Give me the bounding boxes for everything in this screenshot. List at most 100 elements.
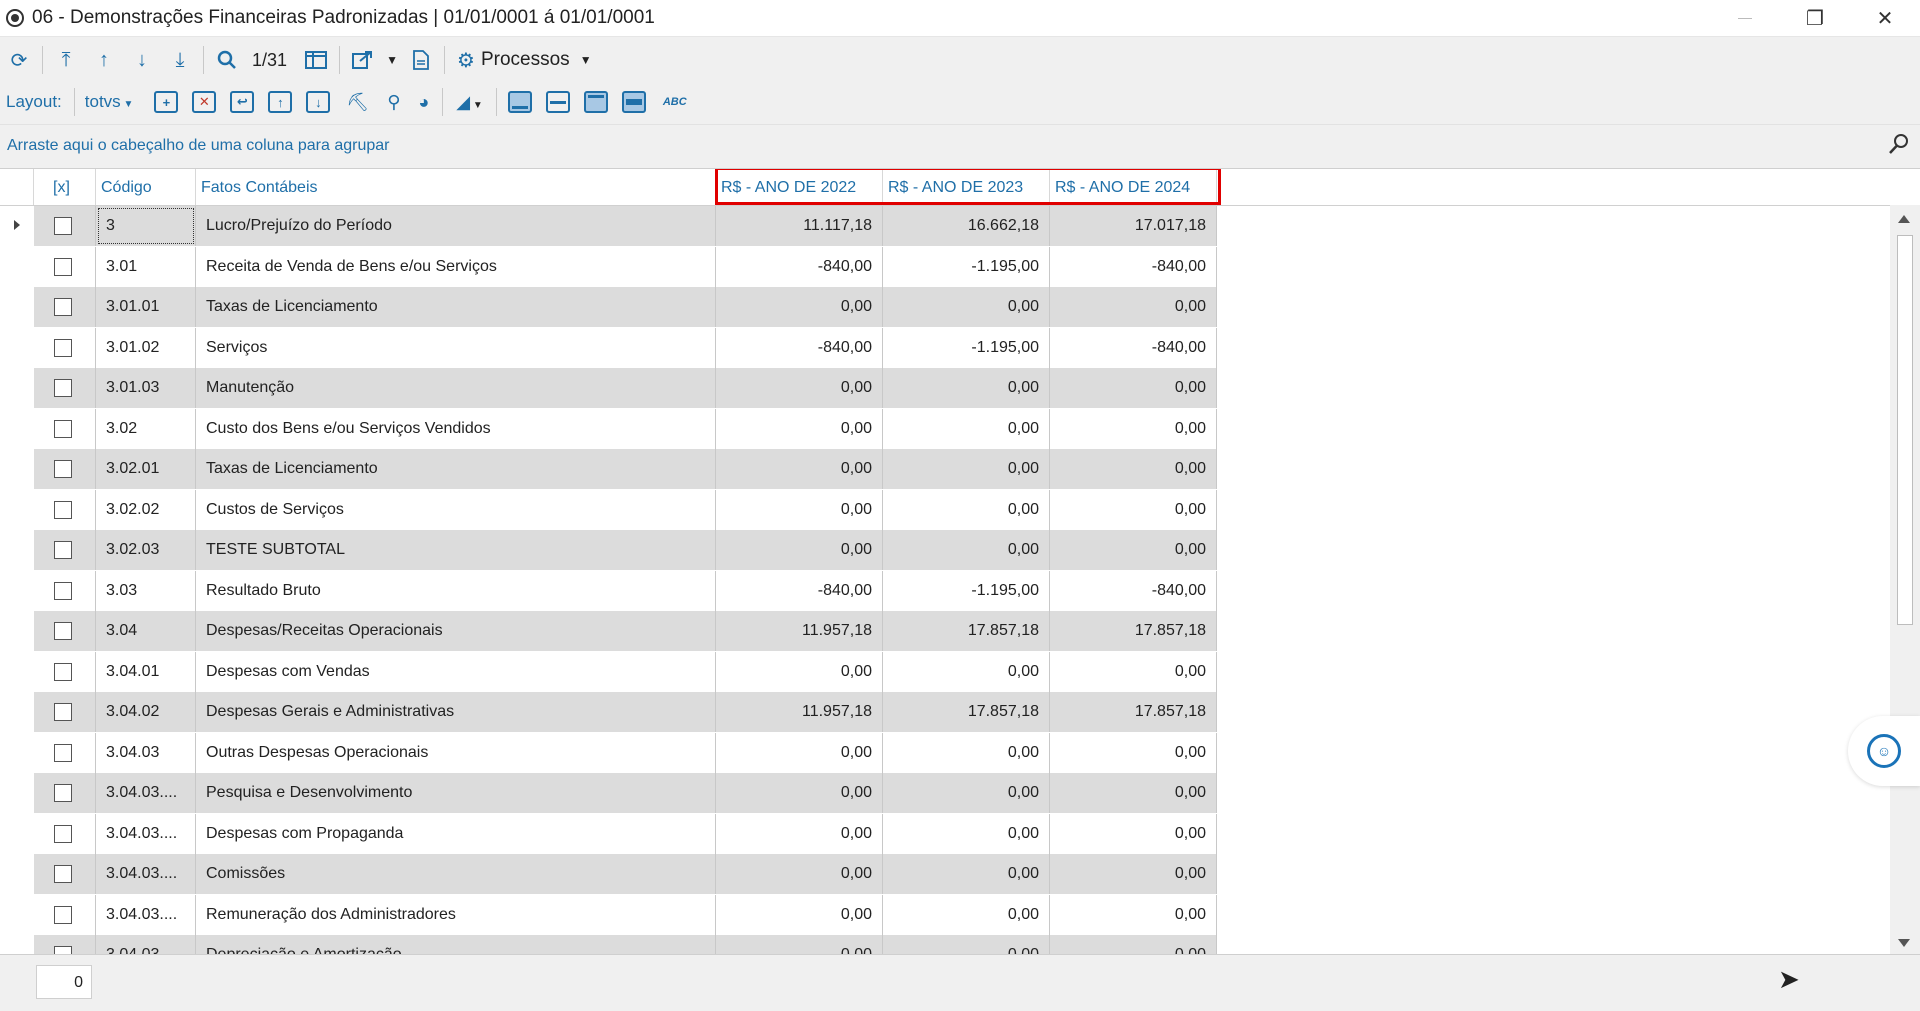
value-2024-cell[interactable]: 0,00 [1050,813,1217,854]
row-checkbox[interactable] [54,500,72,519]
grid-search-button[interactable] [1888,133,1910,161]
table-row[interactable]: 3.02.03 TESTE SUBTOTAL 0,00 0,00 0,00 [0,530,1890,571]
value-2022-cell[interactable]: 0,00 [716,287,883,327]
row-indicator[interactable] [0,854,34,894]
chart-button[interactable]: ◢ ▼ [456,92,483,113]
description-cell[interactable]: Despesas Gerais e Administrativas [196,692,716,732]
table-row[interactable]: 3 Lucro/Prejuízo do Período 11.117,18 16.66… [0,206,1890,247]
value-2022-cell[interactable]: 0,00 [716,894,883,935]
description-cell[interactable]: Outras Despesas Operacionais [196,732,716,773]
value-2023-cell[interactable]: 0,00 [883,530,1050,570]
row-indicator[interactable] [0,489,34,530]
table-row[interactable]: 3.01.03 Manutenção 0,00 0,00 0,00 [0,368,1890,409]
row-checkbox[interactable] [54,298,72,316]
table-row[interactable]: 3.04.03.... Comissões 0,00 0,00 0,00 [0,854,1890,895]
value-2024-cell[interactable]: 0,00 [1050,935,1217,955]
value-2024-cell[interactable]: 17.857,18 [1050,692,1217,732]
code-cell[interactable]: 3.04.03 [96,935,196,955]
chat-assistant-button[interactable]: ☺ [1848,716,1920,786]
pin-button[interactable]: ⚲ [387,92,400,113]
value-2022-cell[interactable]: 0,00 [716,651,883,692]
value-2022-cell[interactable]: 0,00 [716,813,883,854]
value-2024-cell[interactable]: 0,00 [1050,773,1217,813]
code-cell[interactable]: 3.02.01 [96,449,196,489]
code-cell[interactable]: 3.04.03.... [96,813,196,854]
row-indicator[interactable] [0,570,34,611]
code-cell[interactable]: 3.04.03 [96,732,196,773]
value-2023-cell[interactable]: 16.662,18 [883,206,1050,246]
delete-layout-button[interactable]: ✕ [192,91,217,113]
value-2024-cell[interactable]: 0,00 [1050,449,1217,489]
row-checkbox[interactable] [54,541,72,559]
row-indicator[interactable] [0,246,34,287]
column-header-2024[interactable]: R$ - ANO DE 2024 [1050,169,1217,205]
column-header-2022[interactable]: R$ - ANO DE 2022 [716,169,883,205]
table-row[interactable]: 3.04.03.... Remuneração dos Administrador… [0,894,1890,935]
color-button[interactable]: ◕ [418,92,429,113]
description-cell[interactable]: Custo dos Bens e/ou Serviços Vendidos [196,408,716,449]
row-checkbox[interactable] [54,581,72,600]
value-2024-cell[interactable]: 0,00 [1050,368,1217,408]
row-indicator[interactable] [0,773,34,813]
table-row[interactable]: 3.04.03.... Pesquisa e Desenvolvimento 0,0… [0,773,1890,814]
row-checkbox[interactable] [54,257,72,276]
description-cell[interactable]: Despesas/Receitas Operacionais [196,611,716,651]
scroll-down-icon[interactable] [1898,939,1910,947]
value-2023-cell[interactable]: 17.857,18 [883,611,1050,651]
value-2024-cell[interactable]: 0,00 [1050,287,1217,327]
value-2022-cell[interactable]: -840,00 [716,327,883,368]
save-layout-button[interactable]: ↩ [230,91,255,113]
description-cell[interactable]: Depreciação e Amortização [196,935,716,955]
value-2024-cell[interactable]: 0,00 [1050,489,1217,530]
table-row[interactable]: 3.01.02 Serviços -840,00 -1.195,00 -840,00 [0,327,1890,368]
description-cell[interactable]: Manutenção [196,368,716,408]
value-2023-cell[interactable]: 0,00 [883,732,1050,773]
row-indicator[interactable] [0,732,34,773]
last-record-button[interactable]: ⤓ [165,45,195,75]
value-2023-cell[interactable]: 0,00 [883,935,1050,955]
close-button[interactable]: ✕ [1850,0,1920,36]
value-2022-cell[interactable]: 0,00 [716,732,883,773]
row-indicator[interactable] [0,408,34,449]
value-2024-cell[interactable]: 0,00 [1050,732,1217,773]
code-cell[interactable]: 3.04.02 [96,692,196,732]
code-cell[interactable]: 3.01 [96,246,196,287]
value-2023-cell[interactable]: 17.857,18 [883,692,1050,732]
description-cell[interactable]: Receita de Venda de Bens e/ou Serviços [196,246,716,287]
code-cell[interactable]: 3.01.02 [96,327,196,368]
next-record-button[interactable]: ↓ [127,45,157,75]
value-2023-cell[interactable]: 0,00 [883,489,1050,530]
group-footer-toggle-button[interactable] [545,91,570,113]
table-row[interactable]: 3.02.01 Taxas de Licenciamento 0,00 0,00 0,0… [0,449,1890,490]
code-cell[interactable]: 3.02.03 [96,530,196,570]
description-cell[interactable]: Lucro/Prejuízo do Período [196,206,716,246]
row-indicator[interactable] [0,327,34,368]
scroll-up-icon[interactable] [1898,215,1910,223]
row-indicator[interactable] [0,206,34,246]
column-header-select[interactable]: [x] [34,169,96,205]
table-row[interactable]: 3.04 Despesas/Receitas Operacionais 11.957… [0,611,1890,652]
value-2023-cell[interactable]: 0,00 [883,449,1050,489]
restore-button[interactable]: ❐ [1780,0,1850,36]
value-2022-cell[interactable]: 0,00 [716,449,883,489]
code-cell[interactable]: 3.04 [96,611,196,651]
code-cell[interactable]: 3.02 [96,408,196,449]
value-2023-cell[interactable]: -1.195,00 [883,327,1050,368]
vertical-scrollbar[interactable] [1890,205,1920,955]
layout-selector[interactable]: totvs ▼ [85,92,134,112]
row-indicator[interactable] [0,813,34,854]
value-2023-cell[interactable]: 0,00 [883,894,1050,935]
description-cell[interactable]: Taxas de Licenciamento [196,287,716,327]
value-2022-cell[interactable]: 0,00 [716,489,883,530]
row-checkbox[interactable] [54,784,72,802]
row-indicator[interactable] [0,935,34,955]
group-panel-toggle-button[interactable] [621,91,646,113]
description-cell[interactable]: Serviços [196,327,716,368]
row-checkbox[interactable] [54,338,72,357]
value-2022-cell[interactable]: -840,00 [716,246,883,287]
description-cell[interactable]: TESTE SUBTOTAL [196,530,716,570]
row-checkbox[interactable] [54,419,72,438]
value-2022-cell[interactable]: 11.117,18 [716,206,883,246]
value-2022-cell[interactable]: 0,00 [716,368,883,408]
code-cell[interactable]: 3.04.03.... [96,894,196,935]
